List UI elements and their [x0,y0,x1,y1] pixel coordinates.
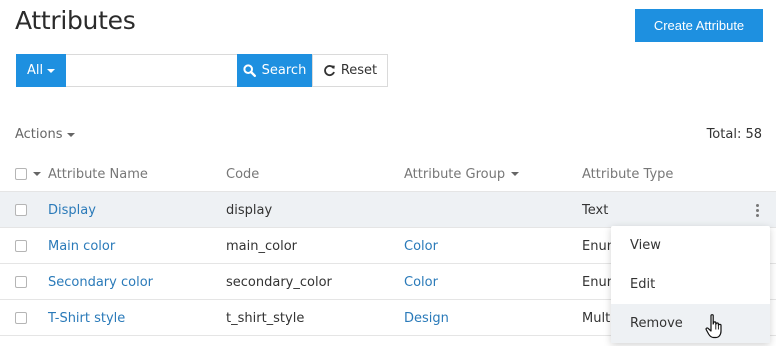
attribute-code: main_color [226,238,297,254]
create-attribute-button[interactable]: Create Attribute [635,9,763,42]
filter-dropdown[interactable]: All [16,54,66,87]
table-row: Display display Text [0,192,776,228]
menu-item-view[interactable]: View [611,226,770,265]
row-menu-button[interactable] [748,192,766,228]
page-title: Attributes [15,6,136,35]
attribute-group-link[interactable]: Design [404,300,449,336]
column-header-name[interactable]: Attribute Name [48,156,148,192]
row-checkbox[interactable] [15,312,27,324]
column-header-group[interactable]: Attribute Group [404,156,520,192]
attribute-name-link[interactable]: Secondary color [48,264,153,300]
attribute-name-link[interactable]: Main color [48,228,115,264]
reset-button[interactable]: Reset [312,54,388,87]
attribute-type: Text [582,202,609,218]
attribute-group-link[interactable]: Color [404,228,438,264]
search-button-label: Search [261,63,307,78]
attribute-name-link[interactable]: T-Shirt style [48,300,125,336]
column-header-code[interactable]: Code [226,156,259,192]
attribute-code: secondary_color [226,274,332,290]
attribute-name-link[interactable]: Display [48,192,96,228]
column-header-type[interactable]: Attribute Type [582,156,673,192]
hand-pointer-icon [705,314,722,339]
table-header: Attribute Name Code Attribute Group Attr… [0,156,776,192]
chevron-down-icon [47,68,56,73]
select-all-checkbox[interactable] [15,168,27,180]
refresh-icon [323,65,335,77]
attribute-type: Multi [582,310,614,326]
menu-item-edit[interactable]: Edit [611,265,770,304]
select-all-control[interactable] [15,156,41,192]
kebab-icon [755,203,759,217]
search-input[interactable] [66,54,237,87]
total-count: Total: 58 [706,127,762,142]
chevron-down-icon[interactable] [33,172,41,176]
search-button[interactable]: Search [237,54,312,87]
row-actions-menu: View Edit Remove [611,226,770,343]
filter-label: All [26,63,44,78]
reset-button-label: Reset [340,63,378,78]
search-bar: All Search Reset [16,54,388,87]
column-header-group-label: Attribute Group [404,166,506,182]
row-checkbox[interactable] [15,240,27,252]
menu-item-remove[interactable]: Remove [611,304,770,343]
chevron-down-icon [66,132,75,137]
sort-down-icon [511,172,520,176]
row-checkbox[interactable] [15,204,27,216]
search-icon [243,64,256,77]
row-checkbox[interactable] [15,276,27,288]
actions-label: Actions [15,127,63,142]
attribute-code: t_shirt_style [226,310,305,326]
actions-dropdown[interactable]: Actions [15,127,75,142]
attribute-group-link[interactable]: Color [404,264,438,300]
attribute-code: display [226,202,273,218]
